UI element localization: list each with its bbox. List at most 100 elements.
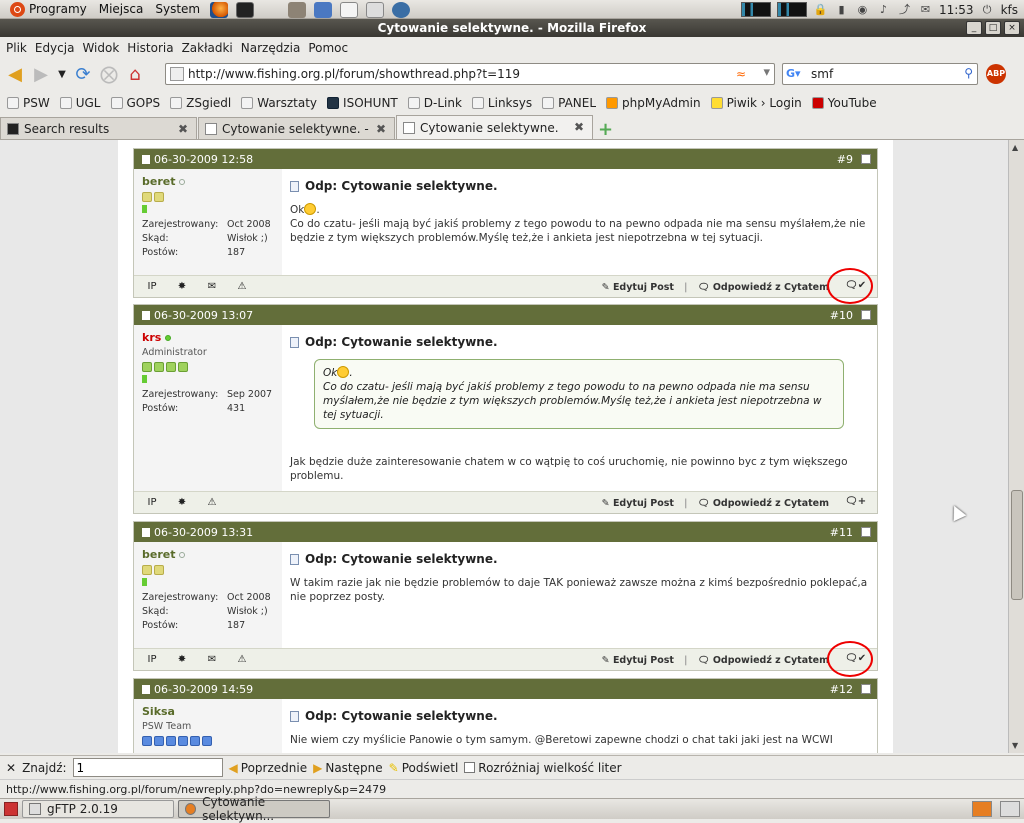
url-bar[interactable]: http://www.fishing.org.pl/forum/showthre… bbox=[165, 63, 775, 85]
tab-cytowanie-1[interactable]: Cytowanie selektywne. - ✖ bbox=[198, 117, 395, 139]
network-launcher-icon[interactable] bbox=[392, 1, 411, 18]
username-link[interactable]: krs bbox=[142, 331, 161, 344]
places-menu[interactable]: Miejsca bbox=[93, 0, 150, 19]
bookmark-panel[interactable]: PANEL bbox=[539, 96, 599, 110]
scrollbar-thumb[interactable] bbox=[1011, 490, 1023, 600]
bookmark-linksys[interactable]: Linksys bbox=[469, 96, 535, 110]
post-select-checkbox[interactable] bbox=[861, 684, 871, 694]
menu-tools[interactable]: Narzędzia bbox=[237, 41, 305, 55]
history-dropdown-icon[interactable]: ▼ bbox=[56, 64, 68, 86]
stop-icon[interactable]: ⨂ bbox=[98, 64, 120, 86]
close-tab-icon[interactable]: ✖ bbox=[574, 120, 584, 134]
post-select-checkbox[interactable] bbox=[861, 154, 871, 164]
bookmark-isohunt[interactable]: ISOHUNT bbox=[324, 96, 401, 110]
lock-icon[interactable]: 🔒 bbox=[813, 2, 828, 17]
vertical-scrollbar[interactable]: ▲ ▼ bbox=[1008, 140, 1024, 753]
close-tab-icon[interactable]: ✖ bbox=[178, 122, 188, 136]
search-icon[interactable]: ⚲ bbox=[964, 66, 973, 80]
maximize-button[interactable]: □ bbox=[985, 21, 1001, 35]
calc-launcher-icon[interactable] bbox=[366, 1, 385, 18]
volume-icon[interactable]: ♪ bbox=[876, 2, 891, 17]
minimize-button[interactable]: _ bbox=[966, 21, 982, 35]
menu-edit[interactable]: Edycja bbox=[31, 41, 79, 55]
new-tab-plus-icon[interactable]: + bbox=[598, 119, 618, 140]
post-number[interactable]: #10 bbox=[830, 309, 853, 322]
adblock-plus-icon[interactable]: ABP bbox=[986, 64, 1006, 84]
show-desktop-icon[interactable] bbox=[4, 802, 18, 816]
reputation-star-icon[interactable]: ✸ bbox=[174, 653, 190, 667]
report-warning-icon[interactable]: ⚠ bbox=[204, 496, 220, 510]
ip-icon[interactable]: IP bbox=[144, 280, 160, 294]
find-previous-button[interactable]: ◀ Poprzednie bbox=[229, 761, 308, 775]
reload-icon[interactable]: ⟳ bbox=[72, 64, 94, 86]
report-warning-icon[interactable]: ⚠ bbox=[234, 280, 250, 294]
bookmark-gops[interactable]: GOPS bbox=[108, 96, 164, 110]
task-firefox[interactable]: Cytowanie selektywn... bbox=[178, 795, 330, 823]
username-link[interactable]: beret bbox=[142, 548, 175, 561]
close-window-button[interactable]: × bbox=[1004, 21, 1020, 35]
bookmark-warsztaty[interactable]: Warsztaty bbox=[238, 96, 320, 110]
menu-history[interactable]: Historia bbox=[123, 41, 177, 55]
multiquote-checked-icon[interactable]: 🗨✔ bbox=[827, 641, 873, 677]
mail-icon[interactable]: ✉ bbox=[918, 2, 933, 17]
scroll-down-icon[interactable]: ▼ bbox=[1012, 741, 1018, 750]
username[interactable]: kfs bbox=[1001, 3, 1018, 17]
post-number[interactable]: #12 bbox=[830, 683, 853, 696]
post-select-checkbox[interactable] bbox=[861, 310, 871, 320]
bookmark-phpmyadmin[interactable]: phpMyAdmin bbox=[603, 96, 704, 110]
highlight-button[interactable]: ✎ Podświetl bbox=[389, 761, 459, 775]
gimp-launcher-icon[interactable] bbox=[288, 1, 307, 18]
reply-with-quote-button[interactable]: 🗨 Odpowiedź z Cytatem bbox=[697, 282, 829, 293]
terminal-launcher-icon[interactable] bbox=[236, 1, 255, 18]
menu-file[interactable]: Plik bbox=[2, 41, 31, 55]
tab-cytowanie-2[interactable]: Cytowanie selektywne. ✖ bbox=[396, 115, 593, 139]
reputation-star-icon[interactable]: ✸ bbox=[174, 496, 190, 510]
workspace-switcher[interactable] bbox=[972, 801, 992, 817]
menu-view[interactable]: Widok bbox=[78, 41, 123, 55]
workspace-switcher-2[interactable] bbox=[1000, 801, 1020, 817]
report-warning-icon[interactable]: ⚠ bbox=[234, 653, 250, 667]
username-link[interactable]: Siksa bbox=[142, 705, 175, 718]
post-select-checkbox[interactable] bbox=[861, 527, 871, 537]
reply-with-quote-button[interactable]: 🗨 Odpowiedź z Cytatem bbox=[697, 498, 829, 509]
thanks-icon[interactable]: ✉ bbox=[204, 280, 220, 294]
forward-arrow-icon[interactable]: ▶ bbox=[30, 64, 52, 86]
app-launcher-icon[interactable] bbox=[314, 1, 333, 18]
bookmark-zsgiedl[interactable]: ZSgiedl bbox=[167, 96, 234, 110]
battery-icon[interactable]: ▮ bbox=[834, 2, 849, 17]
edit-post-button[interactable]: ✎ Edytuj Post bbox=[602, 655, 674, 666]
google-engine-icon[interactable]: G▾ bbox=[786, 67, 806, 81]
power-icon[interactable]: ⏻ bbox=[980, 2, 995, 17]
rss-feed-icon[interactable]: ≈ bbox=[736, 67, 746, 81]
bookmark-dlink[interactable]: D-Link bbox=[405, 96, 465, 110]
search-input[interactable]: smf bbox=[811, 67, 833, 81]
tab-search-results[interactable]: Search results ✖ bbox=[0, 117, 197, 139]
applications-menu[interactable]: Programy bbox=[4, 0, 93, 19]
match-case-checkbox[interactable]: Rozróżniaj wielkość liter bbox=[464, 761, 622, 775]
home-icon[interactable]: ⌂ bbox=[124, 64, 146, 86]
post-number[interactable]: #11 bbox=[830, 526, 853, 539]
system-menu[interactable]: System bbox=[149, 0, 206, 19]
firefox-launcher-icon[interactable] bbox=[210, 1, 229, 18]
find-input[interactable] bbox=[72, 758, 223, 777]
edit-post-button[interactable]: ✎ Edytuj Post bbox=[602, 282, 674, 293]
find-next-button[interactable]: ▶ Następne bbox=[313, 761, 383, 775]
close-find-icon[interactable]: ✕ bbox=[6, 761, 16, 775]
back-arrow-icon[interactable]: ◀ bbox=[4, 64, 26, 86]
pin-icon[interactable]: ⤴ bbox=[897, 2, 912, 17]
search-box[interactable]: G▾ smf ⚲ bbox=[782, 63, 978, 85]
scroll-up-icon[interactable]: ▲ bbox=[1012, 143, 1018, 152]
bookmark-piwik[interactable]: Piwik › Login bbox=[708, 96, 805, 110]
close-tab-icon[interactable]: ✖ bbox=[376, 122, 386, 136]
bookmark-youtube[interactable]: YouTube bbox=[809, 96, 880, 110]
bookmark-psw[interactable]: PSW bbox=[4, 96, 53, 110]
ip-icon[interactable]: IP bbox=[144, 653, 160, 667]
url-dropdown-icon[interactable]: ▾ bbox=[763, 65, 770, 80]
thanks-icon[interactable]: ✉ bbox=[204, 653, 220, 667]
menu-bookmarks[interactable]: Zakładki bbox=[178, 41, 237, 55]
reply-with-quote-button[interactable]: 🗨 Odpowiedź z Cytatem bbox=[697, 655, 829, 666]
menu-help[interactable]: Pomoc bbox=[304, 41, 352, 55]
clock[interactable]: 11:53 bbox=[939, 3, 974, 17]
task-gftp[interactable]: gFTP 2.0.19 bbox=[22, 800, 174, 818]
post-number[interactable]: #9 bbox=[837, 153, 853, 166]
